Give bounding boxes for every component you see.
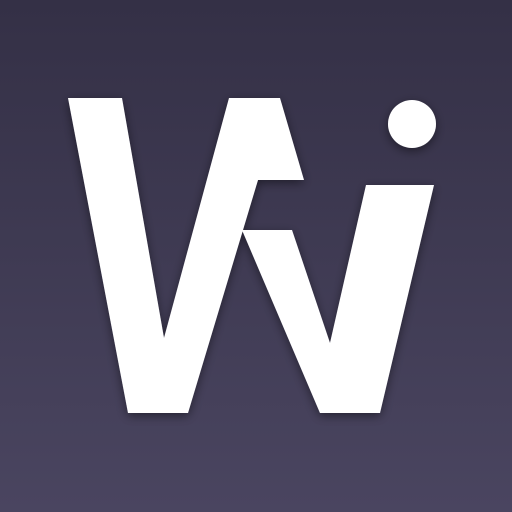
dot-shape (388, 100, 436, 148)
app-icon[interactable] (0, 0, 512, 512)
letter-v-small-shape (242, 185, 434, 413)
vvi-logo (68, 98, 436, 413)
